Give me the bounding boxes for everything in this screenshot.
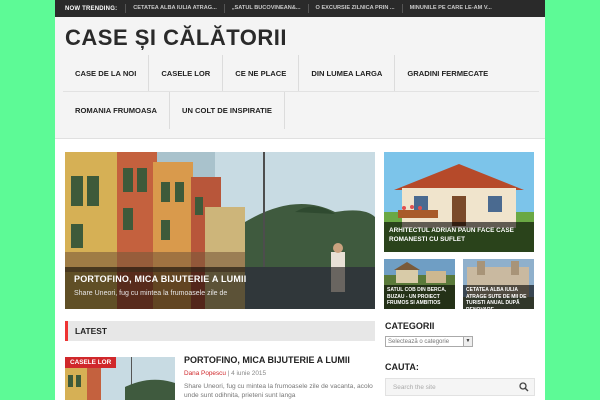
- featured-small-title[interactable]: CETATEA ALBA IULIA ATRAGE SUTE DE MII DE…: [466, 287, 531, 309]
- meta-separator: |: [227, 370, 230, 377]
- trending-item[interactable]: „SATUL BUCOVINEAN&...: [223, 4, 308, 13]
- search-input[interactable]: Search the site: [385, 378, 535, 396]
- trending-bar: NOW TRENDING: CETATEA ALBA IULIA ATRAG..…: [55, 0, 545, 17]
- search-widget-title: CAUTA:: [385, 362, 419, 372]
- nav-item-romania-frumoasa[interactable]: ROMANIA FRUMOASA: [63, 92, 170, 129]
- featured-main-title[interactable]: PORTOFINO, MICA BIJUTERIE A LUMII: [74, 274, 366, 284]
- latest-section-heading: LATEST: [65, 321, 375, 341]
- nav-item-un-colt-de-inspiratie[interactable]: UN COLT DE INSPIRATIE: [170, 92, 285, 129]
- main-navigation: CASE DE LA NOI CASELE LOR CE NE PLACE DI…: [63, 55, 539, 129]
- nav-item-casele-lor[interactable]: CASELE LOR: [149, 55, 224, 91]
- post-date: 4 iunie 2015: [231, 370, 266, 377]
- featured-side-post[interactable]: ARHITECTUL ADRIAN PAUN FACE CASE ROMANES…: [384, 152, 534, 252]
- nav-item-ce-ne-place[interactable]: CE NE PLACE: [223, 55, 300, 91]
- nav-item-din-lumea-larga[interactable]: DIN LUMEA LARGA: [299, 55, 396, 91]
- post-author[interactable]: Dana Popescu: [184, 370, 226, 377]
- featured-main-caption: PORTOFINO, MICA BIJUTERIE A LUMII Share …: [65, 267, 375, 309]
- nav-item-case-de-la-noi[interactable]: CASE DE LA NOI: [63, 55, 150, 91]
- category-select[interactable]: Selectează o categorie ▼: [385, 336, 473, 347]
- search-placeholder: Search the site: [393, 383, 436, 391]
- trending-item[interactable]: CETATEA ALBA IULIA ATRAG...: [125, 4, 223, 13]
- featured-small-caption: SATUL COB DIN BERCA, BUZAU - UN PROIECT …: [384, 285, 455, 309]
- post-category-badge[interactable]: CASELE LOR: [65, 357, 117, 368]
- page-wrapper: NOW TRENDING: CETATEA ALBA IULIA ATRAG..…: [55, 0, 545, 400]
- trending-item[interactable]: MINUNILE PE CARE LE-AM V...: [401, 4, 499, 13]
- post-title[interactable]: PORTOFINO, MICA BIJUTERIE A LUMII: [184, 355, 350, 365]
- featured-small-title[interactable]: SATUL COB DIN BERCA, BUZAU - UN PROIECT …: [387, 287, 452, 307]
- post-thumbnail[interactable]: CASELE LOR: [65, 357, 175, 400]
- latest-post: CASELE LOR PORTOFINO, MICA BIJUTERIE A L…: [65, 355, 375, 400]
- search-icon[interactable]: [519, 382, 529, 392]
- nav-item-gradini-fermecate[interactable]: GRADINI FERMECATE: [395, 55, 500, 91]
- chevron-down-icon[interactable]: ▼: [463, 337, 472, 346]
- main-content: PORTOFINO, MICA BIJUTERIE A LUMII Share …: [65, 152, 535, 400]
- featured-small-post[interactable]: SATUL COB DIN BERCA, BUZAU - UN PROIECT …: [384, 259, 455, 309]
- post-meta: Dana Popescu | 4 iunie 2015: [184, 370, 266, 377]
- featured-small-post[interactable]: CETATEA ALBA IULIA ATRAGE SUTE DE MII DE…: [463, 259, 534, 309]
- featured-main-post[interactable]: PORTOFINO, MICA BIJUTERIE A LUMII Share …: [65, 152, 375, 309]
- featured-small-caption: CETATEA ALBA IULIA ATRAGE SUTE DE MII DE…: [463, 285, 534, 309]
- category-select-value: Selectează o categorie: [388, 338, 450, 345]
- site-header: CASE ȘI CĂLĂTORII CASE DE LA NOI CASELE …: [55, 17, 545, 139]
- categories-widget-title: CATEGORII: [385, 321, 435, 331]
- featured-side-caption: ARHITECTUL ADRIAN PAUN FACE CASE ROMANES…: [384, 222, 534, 252]
- post-excerpt: Share Uneori, fug cu mintea la frumoasel…: [184, 383, 373, 399]
- site-title[interactable]: CASE ȘI CĂLĂTORII: [65, 25, 287, 51]
- featured-side-title[interactable]: ARHITECTUL ADRIAN PAUN FACE CASE ROMANES…: [389, 226, 529, 244]
- trending-item[interactable]: O EXCURSIE ZILNICA PRIN ...: [307, 4, 402, 13]
- trending-label: NOW TRENDING:: [65, 5, 118, 12]
- featured-main-excerpt: Share Uneori, fug cu mintea la frumoasel…: [74, 290, 228, 297]
